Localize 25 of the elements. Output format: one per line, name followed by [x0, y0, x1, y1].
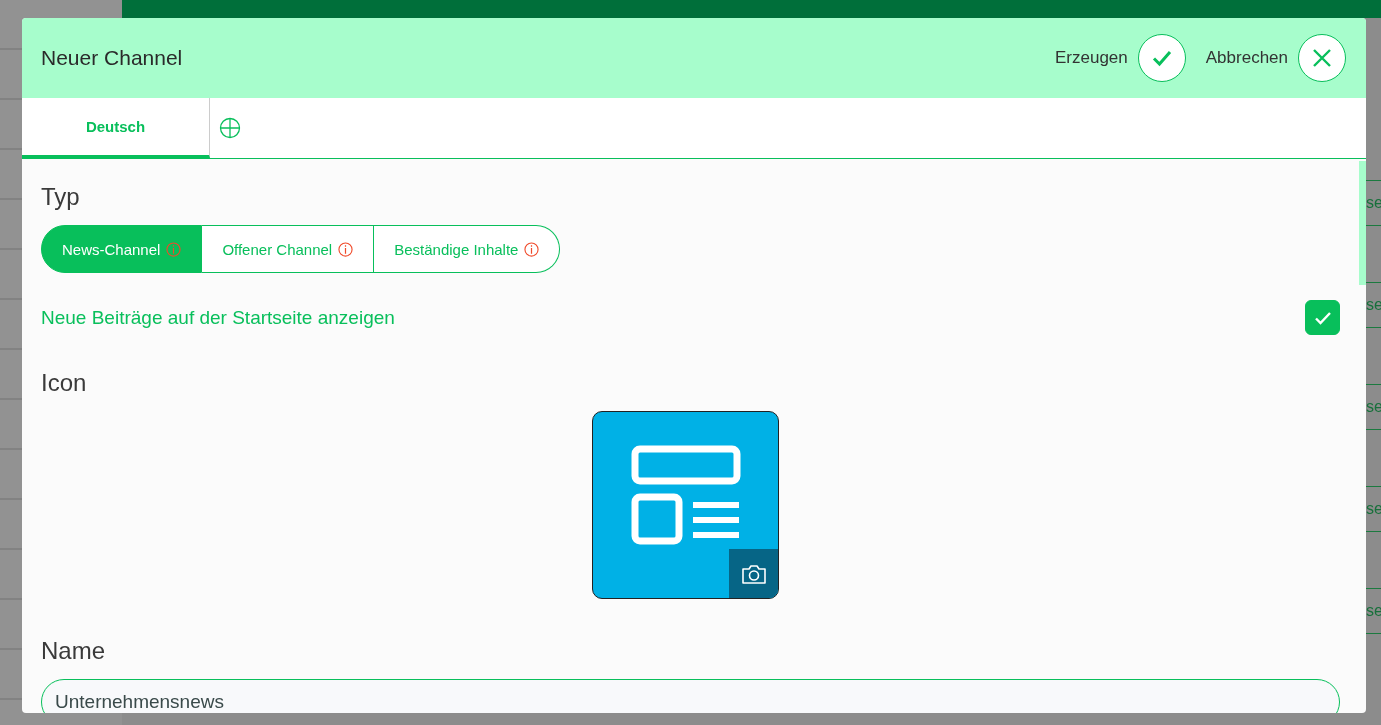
confirm-button[interactable]: [1137, 34, 1186, 82]
checkbox-label: Neue Beiträge auf der Startseite anzeigen: [41, 306, 395, 329]
camera-icon: [740, 562, 767, 585]
info-icon: [524, 241, 540, 257]
language-tab[interactable]: Deutsch: [22, 98, 210, 158]
action-label: Erzeugen: [1055, 48, 1128, 68]
scrollbar-thumb[interactable]: [1359, 161, 1366, 285]
section-heading: Name: [41, 637, 107, 665]
add-icon: [219, 117, 241, 139]
checkbox[interactable]: [1305, 300, 1340, 335]
name-input-field[interactable]: Unternehmensnews: [41, 679, 1340, 713]
camera-button[interactable]: [729, 549, 778, 598]
type-option[interactable]: News-Channel: [41, 225, 203, 273]
close-icon: [1312, 48, 1332, 68]
info-icon: [338, 241, 354, 257]
section-heading: Icon: [41, 369, 88, 397]
type-option[interactable]: Beständige Inhalte: [374, 225, 561, 273]
dialog-title: Neuer Channel: [41, 46, 183, 70]
channel-icon[interactable]: [592, 411, 779, 599]
info-icon: [166, 241, 182, 257]
section-heading: Typ: [41, 183, 81, 211]
action-label: Abbrechen: [1205, 48, 1288, 68]
news-layout-icon: [630, 445, 741, 545]
cancel-button[interactable]: [1298, 34, 1346, 82]
type-option[interactable]: Offener Channel: [202, 225, 375, 273]
